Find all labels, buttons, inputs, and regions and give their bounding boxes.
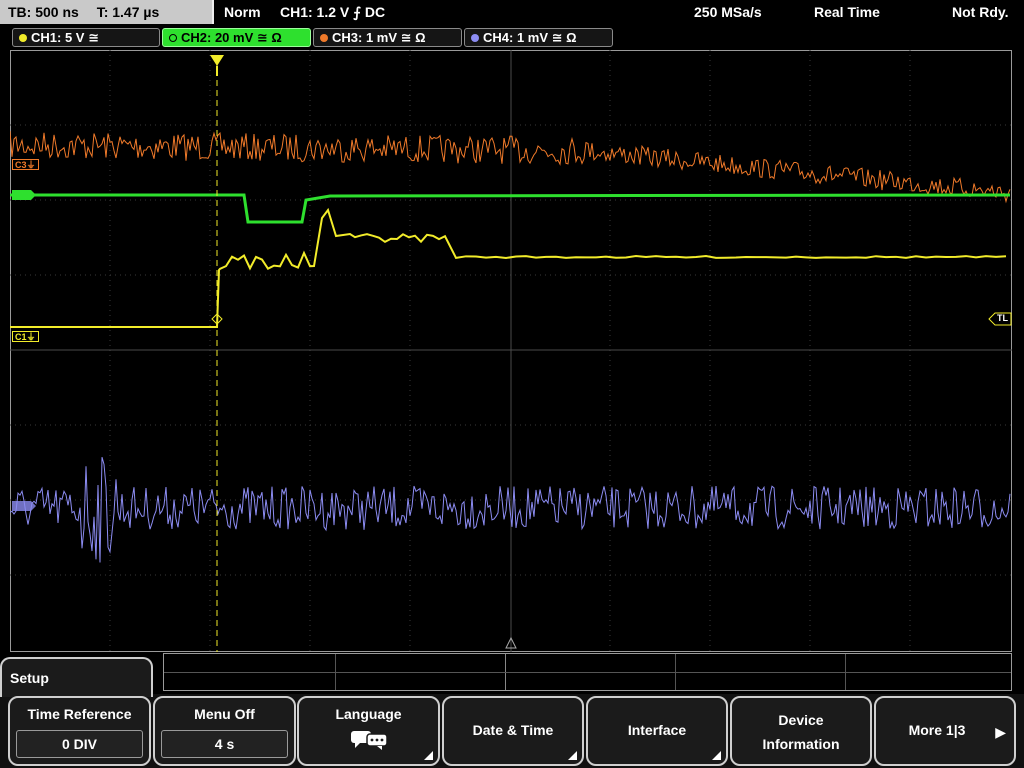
channel-2-trace: [10, 193, 1011, 224]
trigger-level-label: TL: [997, 313, 1008, 323]
trigger-mode[interactable]: Norm: [224, 0, 261, 24]
acquisition-mode: Real Time: [814, 4, 880, 20]
menu-off-value[interactable]: 4 s: [161, 730, 288, 758]
date-time-softkey[interactable]: Date & Time: [442, 696, 584, 766]
channel-4-label: CH4: 1 mV ≅ Ω: [483, 30, 577, 45]
interface-softkey[interactable]: Interface: [586, 696, 728, 766]
acquisition-state: Not Rdy.: [952, 4, 1009, 20]
time-reference-softkey[interactable]: Time Reference 0 DIV: [8, 696, 151, 766]
channel-4-trace: [10, 456, 1011, 563]
channel-1-color-dot: [19, 34, 27, 42]
speech-globe-icon: [350, 731, 388, 750]
channel-3-color-dot: [320, 34, 328, 42]
device-information-label: Device Information: [732, 708, 870, 756]
trigger-position-icon: [210, 55, 224, 66]
channel-3-button[interactable]: CH3: 1 mV ≅ Ω: [313, 28, 462, 47]
submenu-indicator-icon: [424, 751, 433, 760]
channel-1-ground-marker[interactable]: C1⏚: [12, 331, 39, 342]
channel-3-ground-marker[interactable]: C3⏚: [12, 159, 39, 170]
timebase-box[interactable]: TB: 500 ns T: 1.47 µs: [0, 0, 214, 24]
device-information-line-2: Information: [762, 736, 840, 752]
channel-2-label: CH2: 20 mV ≅ Ω: [181, 30, 282, 45]
channel-1-trace: [10, 207, 1007, 328]
submenu-indicator-icon: [568, 751, 577, 760]
channel-2-button[interactable]: CH2: 20 mV ≅ Ω: [162, 28, 311, 47]
channel-4-ground-marker[interactable]: [11, 500, 37, 512]
channel-2-ground-marker[interactable]: [11, 189, 37, 201]
waveform-canvas: [10, 50, 1012, 652]
time-reference-label: Time Reference: [27, 706, 132, 722]
sample-rate: 250 MSa/s: [694, 4, 762, 20]
time-reference-value[interactable]: 0 DIV: [16, 730, 143, 758]
timebase-readout: TB: 500 ns: [8, 4, 79, 20]
next-page-arrow-icon: ▶: [995, 724, 1006, 740]
device-information-line-1: Device: [778, 712, 824, 728]
channel-4-button[interactable]: CH4: 1 mV ≅ Ω: [464, 28, 613, 47]
channel-1-label: CH1: 5 V ≅: [31, 30, 99, 45]
channel-1-button[interactable]: CH1: 5 V ≅: [12, 28, 160, 47]
menu-off-label: Menu Off: [194, 706, 255, 722]
language-softkey[interactable]: Language: [297, 696, 440, 766]
menu-title-setup: Setup: [0, 657, 153, 697]
trigger-time-readout: T: 1.47 µs: [96, 4, 160, 20]
status-bar: TB: 500 ns T: 1.47 µs Norm CH1: 1.2 V ⨍ …: [0, 0, 1024, 24]
interface-label: Interface: [627, 722, 687, 738]
trigger-source[interactable]: CH1: 1.2 V ⨍ DC: [280, 0, 385, 24]
channel-2-color-dot: [169, 34, 177, 42]
channel-3-trace: [10, 130, 1011, 204]
more-softkey[interactable]: More 1|3 ▶: [874, 696, 1016, 766]
submenu-indicator-icon: [712, 751, 721, 760]
channel-3-label: CH3: 1 mV ≅ Ω: [332, 30, 426, 45]
channel-bar: CH1: 5 V ≅ CH2: 20 mV ≅ Ω CH3: 1 mV ≅ Ω …: [0, 26, 1024, 48]
channel-4-color-dot: [471, 34, 479, 42]
menu-off-softkey[interactable]: Menu Off 4 s: [153, 696, 296, 766]
info-strip: [163, 653, 1012, 691]
date-time-label: Date & Time: [472, 722, 554, 738]
language-label: Language: [335, 706, 402, 722]
more-label: More 1|3: [908, 722, 966, 738]
device-information-softkey[interactable]: Device Information: [730, 696, 872, 766]
